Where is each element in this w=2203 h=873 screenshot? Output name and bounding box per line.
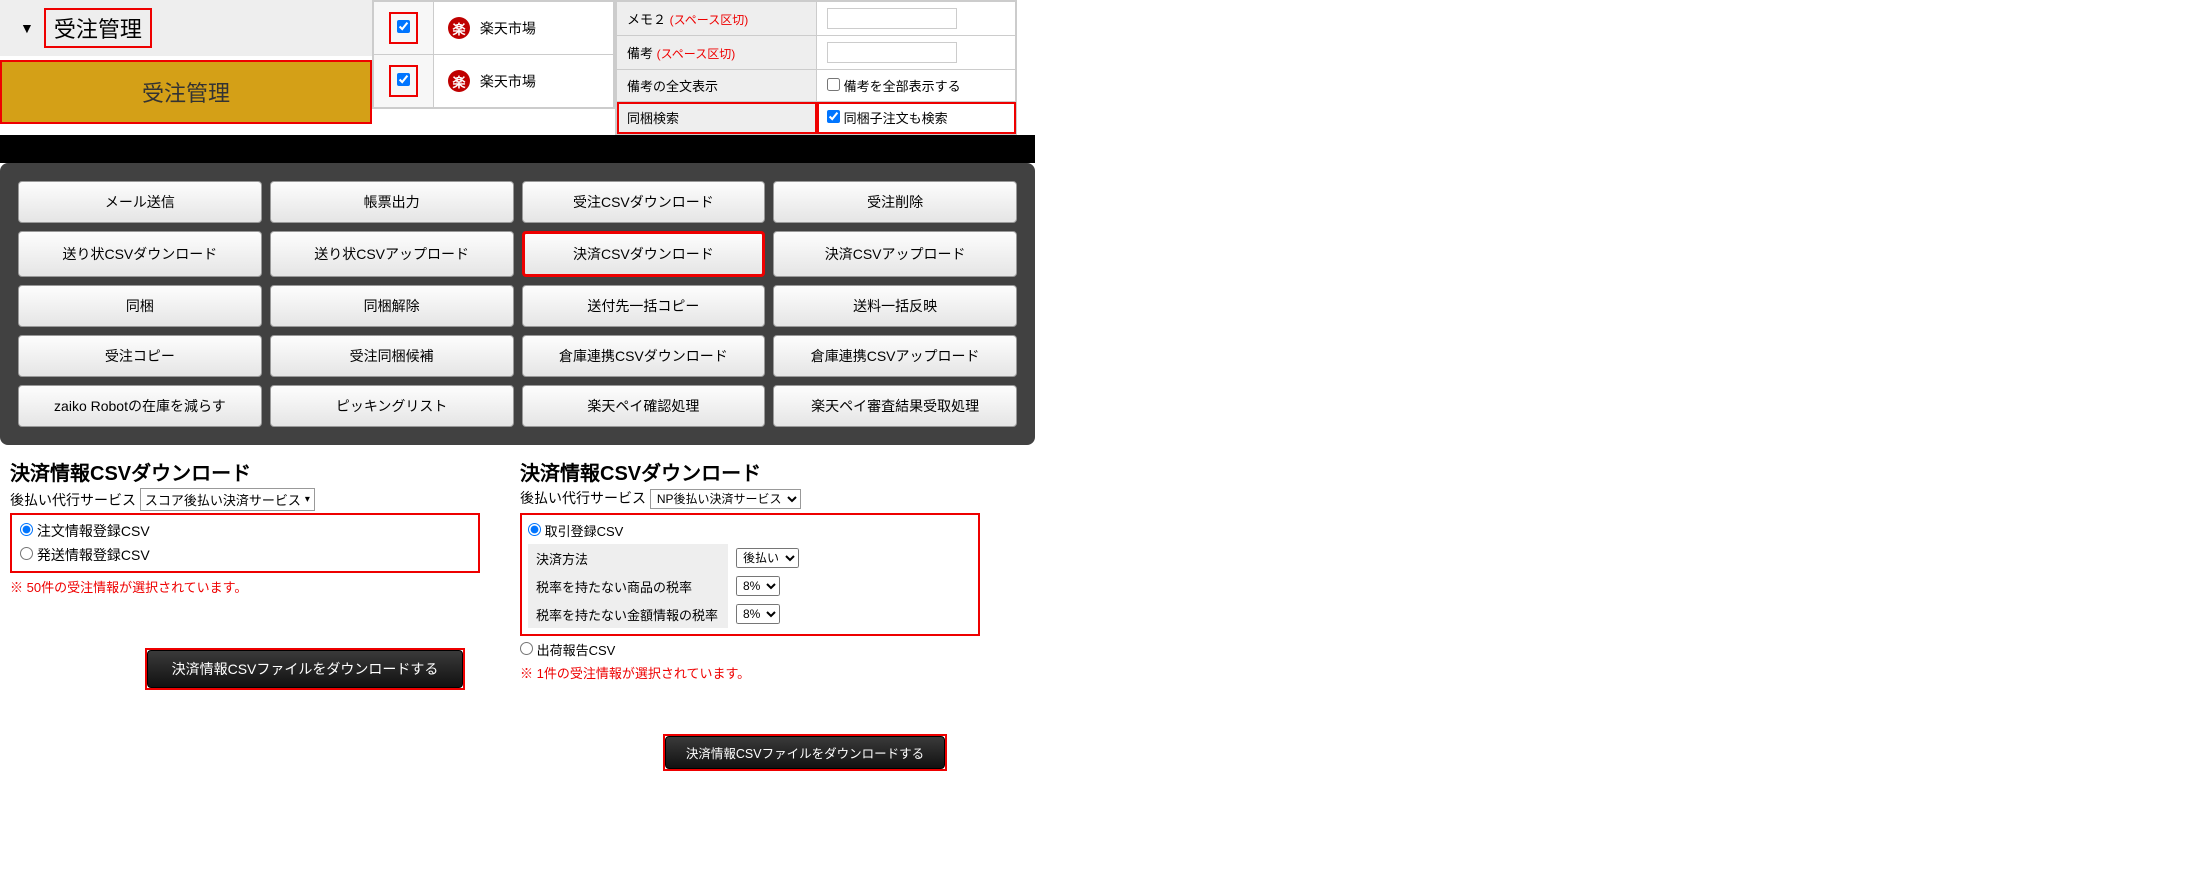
csv-option-shipment-report[interactable]: 出荷報告CSV: [520, 643, 615, 658]
action-button[interactable]: 楽天ペイ確認処理: [522, 385, 766, 427]
action-button[interactable]: 送付先一括コピー: [522, 285, 766, 327]
shop-checkbox-table: 楽 楽天市場 楽 楽天市場: [372, 0, 615, 109]
download-csv-button[interactable]: 決済情報CSVファイルをダウンロードする: [665, 736, 945, 769]
action-button[interactable]: 決済CSVダウンロード: [522, 231, 766, 277]
amount-taxrate-select[interactable]: 8%: [736, 604, 780, 624]
bundle-search-check[interactable]: 同梱子注文も検索: [827, 111, 948, 126]
shop-row: 楽 楽天市場: [434, 55, 614, 108]
remarks-fulltext-check[interactable]: 備考を全部表示する: [827, 79, 961, 94]
product-taxrate-select[interactable]: 8%: [736, 576, 780, 596]
rakuten-icon: 楽: [448, 17, 470, 39]
action-button[interactable]: 送料一括反映: [773, 285, 1017, 327]
action-button[interactable]: 同梱: [18, 285, 262, 327]
chevron-down-icon: ▼: [20, 20, 34, 36]
sidebar-section-title: 受注管理: [44, 8, 152, 48]
sidebar-fragment: ▼ 受注管理 受注管理: [0, 0, 372, 124]
selection-count-note: ※ 50件の受注情報が選択されています。: [10, 577, 480, 596]
panel-title: 決済情報CSVダウンロード: [520, 457, 980, 486]
action-button[interactable]: 送り状CSVダウンロード: [18, 231, 262, 277]
panel-title: 決済情報CSVダウンロード: [10, 457, 480, 486]
action-button[interactable]: 受注CSVダウンロード: [522, 181, 766, 223]
remarks-input[interactable]: [827, 42, 957, 63]
payment-method-select[interactable]: 後払い: [736, 548, 799, 568]
service-select[interactable]: NP後払い決済サービス: [650, 489, 801, 509]
action-button-panel: メール送信帳票出力受注CSVダウンロード受注削除送り状CSVダウンロード送り状C…: [0, 163, 1035, 445]
sidebar-section-header[interactable]: ▼ 受注管理: [0, 0, 372, 56]
selection-count-note: ※ 1件の受注情報が選択されています。: [520, 663, 980, 682]
rakuten-icon: 楽: [448, 70, 470, 92]
service-select[interactable]: スコア後払い決済サービス: [140, 488, 315, 511]
sidebar-item-order-mgmt[interactable]: 受注管理: [0, 60, 372, 124]
action-button[interactable]: 受注削除: [773, 181, 1017, 223]
action-button[interactable]: 倉庫連携CSVアップロード: [773, 335, 1017, 377]
memo2-input[interactable]: [827, 8, 957, 29]
csv-option-transaction[interactable]: 取引登録CSV: [528, 521, 972, 540]
csv-download-panel-a: 決済情報CSVダウンロード 後払い代行サービス スコア後払い決済サービス 注文情…: [0, 457, 480, 690]
action-button[interactable]: zaiko Robotの在庫を減らす: [18, 385, 262, 427]
action-button[interactable]: メール送信: [18, 181, 262, 223]
action-button[interactable]: 倉庫連携CSVダウンロード: [522, 335, 766, 377]
shop-checkbox[interactable]: [397, 73, 410, 86]
csv-option-order-info[interactable]: 注文情報登録CSV: [20, 519, 470, 543]
shop-row: 楽 楽天市場: [434, 2, 614, 55]
action-button[interactable]: 楽天ペイ審査結果受取処理: [773, 385, 1017, 427]
search-options-table: メモ２ (スペース区切) 備考 (スペース区切) 備考の全文表示 備考を全部表示…: [615, 0, 1017, 135]
action-button[interactable]: 受注コピー: [18, 335, 262, 377]
action-button[interactable]: 決済CSVアップロード: [773, 231, 1017, 277]
action-button[interactable]: 受注同梱候補: [270, 335, 514, 377]
action-button[interactable]: 送り状CSVアップロード: [270, 231, 514, 277]
csv-download-panel-b: 決済情報CSVダウンロード 後払い代行サービス NP後払い決済サービス 取引登録…: [520, 457, 980, 771]
action-button[interactable]: ピッキングリスト: [270, 385, 514, 427]
action-button[interactable]: 同梱解除: [270, 285, 514, 327]
csv-option-ship-info[interactable]: 発送情報登録CSV: [20, 543, 470, 567]
divider-black: [0, 135, 1035, 163]
download-csv-button[interactable]: 決済情報CSVファイルをダウンロードする: [147, 650, 464, 688]
shop-checkbox[interactable]: [397, 20, 410, 33]
action-button[interactable]: 帳票出力: [270, 181, 514, 223]
